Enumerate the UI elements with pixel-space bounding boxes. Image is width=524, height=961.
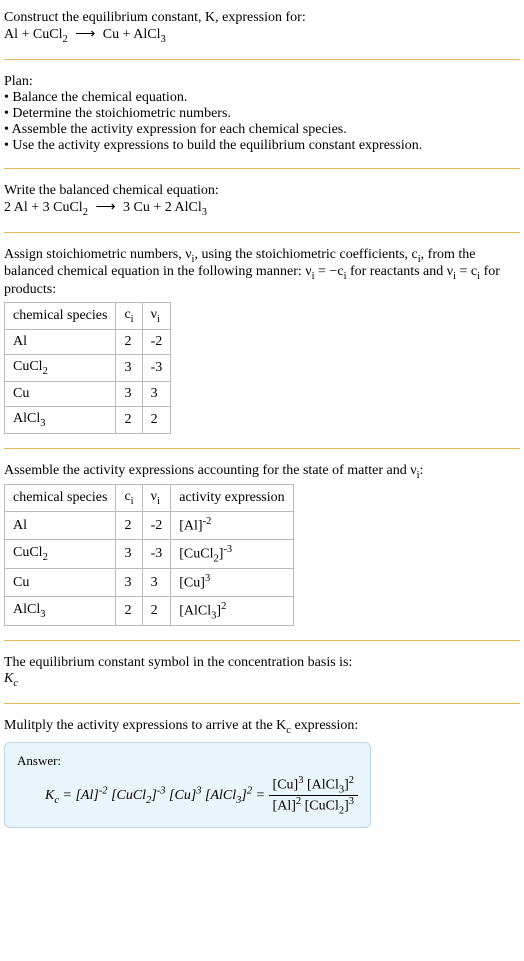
table-header-row: chemical species ci νi: [5, 303, 171, 330]
cell-vi: -2: [142, 329, 171, 354]
plan-item-2: • Determine the stoichiometric numbers.: [4, 106, 520, 122]
cell-ci: 2: [116, 329, 142, 354]
col-vi: νi: [142, 303, 171, 330]
col-vi: νi: [142, 485, 171, 512]
answer-numerator: [Cu]3 [AlCl3]2: [269, 775, 358, 795]
prompt-equation: Al + CuCl2 ⟶ Cu + AlCl3: [4, 26, 520, 45]
plan-item-2-text: Determine the stoichiometric numbers.: [12, 106, 231, 121]
plan-item-1: • Balance the chemical equation.: [4, 90, 520, 106]
cell-species: Al: [5, 329, 116, 354]
plan-item-3: • Assemble the activity expression for e…: [4, 122, 520, 138]
plan-heading: Plan:: [4, 74, 520, 90]
cell-species: AlCl3: [5, 596, 116, 625]
activity-section: Assemble the activity expressions accoun…: [4, 457, 520, 633]
balanced-equation: 2 Al + 3 CuCl2 ⟶ 3 Cu + 2 AlCl3: [4, 199, 520, 218]
divider: [4, 640, 520, 641]
cell-ci: 2: [116, 512, 142, 540]
cell-ci: 2: [116, 406, 142, 433]
plan-item-1-text: Balance the chemical equation.: [12, 90, 187, 105]
answer-label: Answer:: [17, 753, 358, 769]
table-row: Al 2 -2: [5, 329, 171, 354]
plan-item-4: • Use the activity expressions to build …: [4, 138, 520, 154]
answer-box: Answer: Kc = [Al]-2 [CuCl2]-3 [Cu]3 [AlC…: [4, 742, 371, 828]
cell-ci: 3: [116, 354, 142, 381]
cell-species: AlCl3: [5, 406, 116, 433]
stoich-section: Assign stoichiometric numbers, νi, using…: [4, 241, 520, 440]
divider: [4, 59, 520, 60]
symbol-kc: Kc: [4, 671, 520, 689]
prompt-section: Construct the equilibrium constant, K, e…: [4, 4, 520, 51]
cell-ci: 3: [116, 539, 142, 568]
divider: [4, 448, 520, 449]
col-ci: ci: [116, 303, 142, 330]
answer-denominator: [Al]2 [CuCl2]3: [269, 795, 358, 816]
symbol-intro: The equilibrium constant symbol in the c…: [4, 655, 520, 671]
multiply-intro: Mulitply the activity expressions to arr…: [4, 718, 520, 736]
cell-vi: 3: [142, 569, 171, 597]
cell-vi: -3: [142, 539, 171, 568]
cell-activity: [Al]-2: [171, 512, 293, 540]
answer-expression: Kc = [Al]-2 [CuCl2]-3 [Cu]3 [AlCl3]2 = […: [17, 775, 358, 817]
cell-ci: 2: [116, 596, 142, 625]
divider: [4, 232, 520, 233]
plan-item-4-text: Use the activity expressions to build th…: [12, 138, 422, 153]
cell-species: Al: [5, 512, 116, 540]
plan-item-3-text: Assemble the activity expression for eac…: [12, 122, 347, 137]
cell-vi: -2: [142, 512, 171, 540]
cell-ci: 3: [116, 569, 142, 597]
cell-species: CuCl2: [5, 539, 116, 568]
table-row: CuCl2 3 -3 [CuCl2]-3: [5, 539, 294, 568]
cell-vi: 2: [142, 596, 171, 625]
plan-section: Plan: • Balance the chemical equation. •…: [4, 68, 520, 160]
col-species: chemical species: [5, 303, 116, 330]
cell-species: Cu: [5, 381, 116, 406]
cell-vi: 2: [142, 406, 171, 433]
table-row: Cu 3 3: [5, 381, 171, 406]
stoich-table: chemical species ci νi Al 2 -2 CuCl2 3 -…: [4, 302, 171, 433]
cell-activity: [CuCl2]-3: [171, 539, 293, 568]
multiply-section: Mulitply the activity expressions to arr…: [4, 712, 520, 834]
answer-fraction: [Cu]3 [AlCl3]2 [Al]2 [CuCl2]3: [269, 775, 358, 817]
col-ci: ci: [116, 485, 142, 512]
col-species: chemical species: [5, 485, 116, 512]
cell-vi: -3: [142, 354, 171, 381]
table-row: AlCl3 2 2 [AlCl3]2: [5, 596, 294, 625]
table-row: Cu 3 3 [Cu]3: [5, 569, 294, 597]
cell-activity: [Cu]3: [171, 569, 293, 597]
stoich-intro: Assign stoichiometric numbers, νi, using…: [4, 247, 520, 299]
divider: [4, 703, 520, 704]
table-row: AlCl3 2 2: [5, 406, 171, 433]
cell-species: Cu: [5, 569, 116, 597]
table-row: CuCl2 3 -3: [5, 354, 171, 381]
cell-species: CuCl2: [5, 354, 116, 381]
divider: [4, 168, 520, 169]
answer-lhs: Kc = [Al]-2 [CuCl2]-3 [Cu]3 [AlCl3]2 =: [45, 788, 269, 803]
prompt-line-1: Construct the equilibrium constant, K, e…: [4, 10, 520, 26]
balanced-heading: Write the balanced chemical equation:: [4, 183, 520, 199]
cell-ci: 3: [116, 381, 142, 406]
balanced-section: Write the balanced chemical equation: 2 …: [4, 177, 520, 224]
activity-table: chemical species ci νi activity expressi…: [4, 484, 294, 626]
activity-intro: Assemble the activity expressions accoun…: [4, 463, 520, 481]
table-row: Al 2 -2 [Al]-2: [5, 512, 294, 540]
symbol-section: The equilibrium constant symbol in the c…: [4, 649, 520, 695]
col-activity: activity expression: [171, 485, 293, 512]
cell-vi: 3: [142, 381, 171, 406]
cell-activity: [AlCl3]2: [171, 596, 293, 625]
table-header-row: chemical species ci νi activity expressi…: [5, 485, 294, 512]
